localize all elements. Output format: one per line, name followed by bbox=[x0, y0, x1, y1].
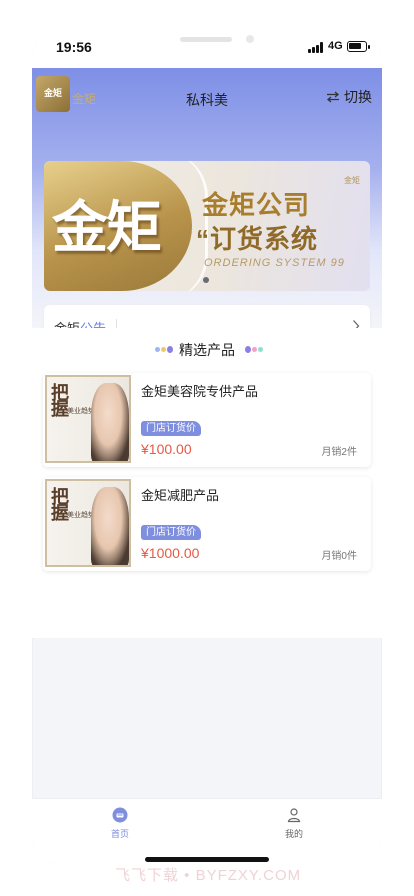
home-header: 金矩 金矩 私科美 切换 金矩 金矩公司 “订货系统 ORDERING SYST… bbox=[32, 68, 382, 349]
bottom-tab-bar: 首页 我的 bbox=[32, 798, 382, 864]
product-name: 金矩减肥产品 bbox=[141, 488, 220, 503]
product-name: 金矩美容院专供产品 bbox=[141, 384, 259, 399]
monthly-sales: 月销0件 bbox=[321, 551, 357, 562]
thumbnail-title: 把握 bbox=[51, 383, 69, 419]
product-card[interactable]: 把握 美业趋势 大风向 金矩美容院专供产品 门店订货价 ¥100.00 月销2件 bbox=[43, 373, 371, 467]
tab-mine[interactable]: 我的 bbox=[254, 807, 334, 840]
product-thumbnail: 把握 美业趋势 大风向 bbox=[45, 375, 131, 463]
price-type-badge: 门店订货价 bbox=[141, 421, 201, 436]
banner-indicator-dot[interactable] bbox=[203, 277, 209, 283]
switch-store-button[interactable]: 切换 bbox=[326, 87, 372, 107]
banner-logo: 金矩 bbox=[344, 176, 360, 185]
battery-icon bbox=[347, 41, 370, 52]
model-portrait bbox=[91, 383, 129, 461]
monthly-sales: 月销2件 bbox=[321, 447, 357, 458]
banner-headline: 金矩公司 bbox=[202, 190, 311, 220]
signal-icon bbox=[308, 42, 324, 53]
featured-products-section: 精选产品 把握 美业趋势 大风向 金矩美容院专供产品 门店订货价 ¥100.00… bbox=[32, 328, 382, 638]
product-price: ¥1000.00 bbox=[141, 545, 200, 561]
speaker-grille bbox=[180, 37, 232, 42]
front-camera bbox=[246, 35, 254, 43]
product-thumbnail: 把握 美业趋势 大风向 bbox=[45, 479, 131, 567]
section-title: 精选产品 bbox=[179, 342, 235, 358]
watermark: 飞飞下载 • BYFZXY.COM bbox=[115, 867, 302, 884]
notch bbox=[144, 30, 274, 60]
network-type: 4G bbox=[328, 40, 343, 52]
home-icon bbox=[112, 807, 128, 823]
phone-screen: 19:56 4G 金矩 金矩 私科美 切换 金矩 金矩公司 “订货系统 ORDE… bbox=[32, 30, 382, 864]
status-bar: 19:56 4G bbox=[32, 30, 382, 68]
price-type-badge: 门店订货价 bbox=[141, 525, 201, 540]
banner-english-caption: ORDERING SYSTEM 99 bbox=[204, 257, 345, 269]
home-indicator[interactable] bbox=[145, 857, 269, 862]
status-time: 19:56 bbox=[56, 39, 92, 55]
banner-subheadline: “订货系统 bbox=[196, 224, 319, 254]
thumbnail-title: 把握 bbox=[51, 487, 69, 523]
switch-label: 切换 bbox=[344, 89, 372, 105]
promo-banner[interactable]: 金矩 金矩公司 “订货系统 ORDERING SYSTEM 99 金矩 bbox=[44, 161, 370, 291]
tab-home[interactable]: 首页 bbox=[80, 807, 160, 840]
swap-arrows-icon bbox=[326, 91, 340, 103]
banner-big-text: 金矩 bbox=[52, 198, 162, 260]
product-price: ¥100.00 bbox=[141, 441, 192, 457]
product-card[interactable]: 把握 美业趋势 大风向 金矩减肥产品 门店订货价 ¥1000.00 月销0件 bbox=[43, 477, 371, 571]
model-portrait bbox=[91, 487, 129, 565]
tab-home-label: 首页 bbox=[110, 829, 129, 839]
user-icon bbox=[287, 808, 301, 823]
tab-mine-label: 我的 bbox=[284, 829, 303, 839]
